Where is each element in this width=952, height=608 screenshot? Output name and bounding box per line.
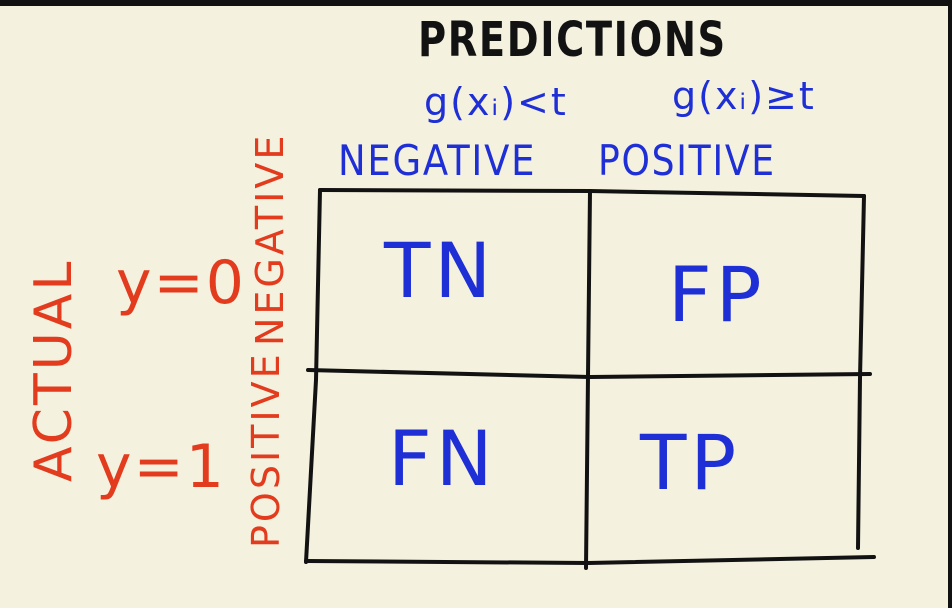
grid-left-line: [304, 188, 322, 564]
grid-right-line: [856, 194, 866, 550]
grid-top-line: [318, 188, 866, 198]
cell-false-positive: FP: [668, 250, 766, 339]
cell-true-negative: TN: [384, 226, 496, 315]
grid-middle-vertical-line: [584, 189, 592, 570]
cell-true-positive: TP: [640, 418, 741, 507]
cell-false-negative: FN: [388, 414, 497, 503]
grid-bottom-line: [304, 555, 876, 566]
whiteboard: PREDICTIONS g(xᵢ)<t g(xᵢ)≥t NEGATIVE POS…: [0, 0, 952, 608]
